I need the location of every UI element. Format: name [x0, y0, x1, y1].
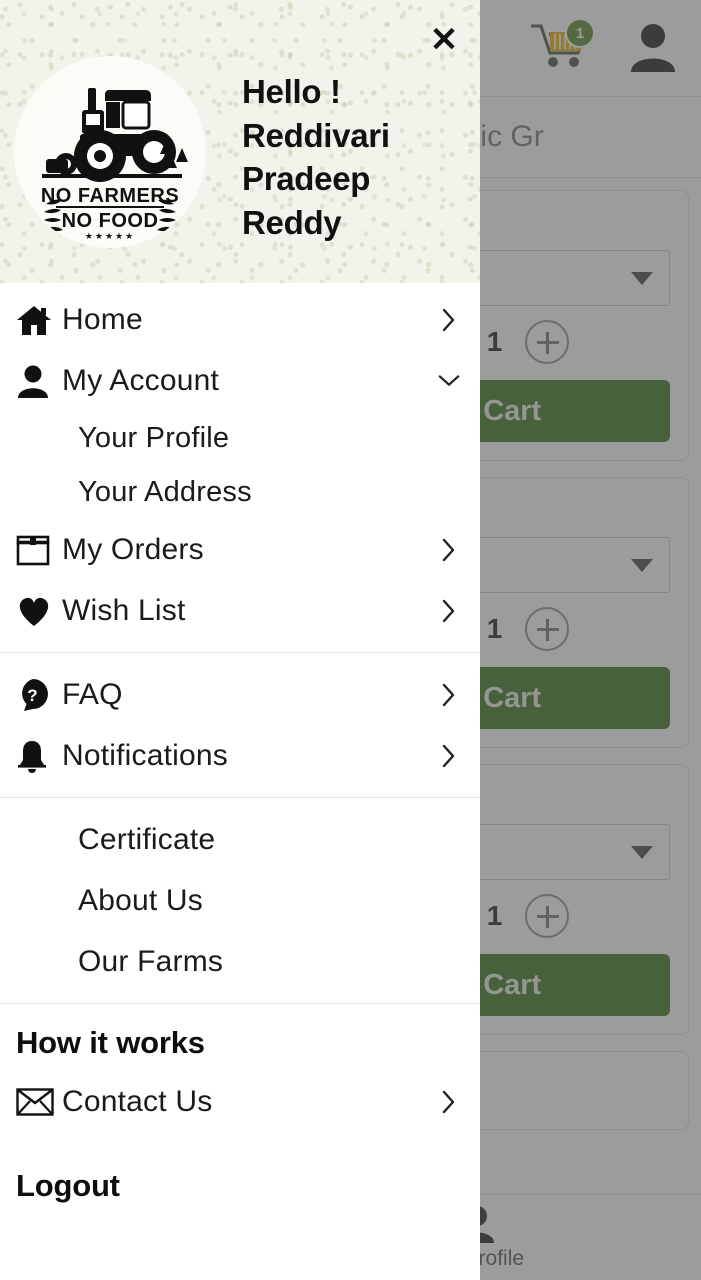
bell-icon: [16, 739, 62, 773]
divider: [0, 652, 480, 653]
menu-item-label: Certificate: [78, 822, 216, 856]
app-root: 1 bles Organic Gr ange rams 1: [0, 0, 701, 1280]
chevron-right-icon: [438, 744, 460, 768]
menu-item-label: FAQ: [62, 677, 123, 711]
close-icon[interactable]: ✕: [424, 20, 464, 60]
home-icon: [16, 304, 62, 336]
brand-logo: NO FARMERS NO FOOD ★★★★★: [14, 56, 206, 248]
menu-item-my-account[interactable]: My Account: [0, 350, 480, 411]
menu-item-wish-list[interactable]: Wish List: [0, 580, 480, 641]
menu-item-label: Your Address: [78, 475, 252, 508]
menu-item-faq[interactable]: ? FAQ: [0, 664, 480, 725]
chevron-right-icon: [438, 308, 460, 332]
svg-text:?: ?: [27, 686, 37, 705]
chevron-right-icon: [438, 599, 460, 623]
box-icon: [16, 534, 62, 566]
envelope-icon: [16, 1087, 62, 1116]
chevron-right-icon: [438, 538, 460, 562]
logo-stars: ★★★★★: [85, 231, 135, 240]
menu-item-notifications[interactable]: Notifications: [0, 725, 480, 786]
drawer-header: ✕ NO FARMERS NO FOOD ★★★★★ Hello ! Reddi…: [0, 0, 480, 283]
no-farmers-no-food-logo-icon: NO FARMERS NO FOOD ★★★★★: [41, 88, 188, 240]
logout-button[interactable]: Logout: [0, 1158, 480, 1214]
menu-item-about-us[interactable]: About Us: [0, 870, 480, 931]
chevron-right-icon: [438, 683, 460, 707]
menu-item-your-address[interactable]: Your Address: [0, 465, 480, 519]
logo-line-2: NO FOOD: [62, 210, 159, 232]
heart-icon: [16, 595, 62, 627]
menu-item-label: Our Farms: [78, 944, 224, 978]
menu-item-label: Contact Us: [62, 1084, 213, 1118]
logo-line-1: NO FARMERS: [41, 185, 179, 207]
menu-item-your-profile[interactable]: Your Profile: [0, 411, 480, 465]
chevron-down-icon: [438, 374, 460, 388]
drawer-menu: Home My Account Your Profile Your Addres…: [0, 283, 480, 1214]
menu-item-label: About Us: [78, 883, 203, 917]
menu-item-label: Notifications: [62, 738, 229, 772]
divider: [0, 1003, 480, 1004]
menu-item-label: Your Profile: [78, 421, 230, 454]
person-icon: [16, 364, 62, 398]
menu-item-label: Wish List: [62, 593, 186, 627]
menu-item-label: Home: [62, 302, 143, 336]
menu-item-our-farms[interactable]: Our Farms: [0, 931, 480, 992]
how-it-works-heading[interactable]: How it works: [0, 1015, 480, 1071]
menu-item-label: My Account: [62, 363, 220, 397]
chevron-right-icon: [438, 1090, 460, 1114]
menu-item-contact-us[interactable]: Contact Us: [0, 1071, 480, 1132]
menu-item-home[interactable]: Home: [0, 289, 480, 350]
menu-item-my-orders[interactable]: My Orders: [0, 519, 480, 580]
menu-item-certificate[interactable]: Certificate: [0, 809, 480, 870]
divider: [0, 797, 480, 798]
menu-item-label: My Orders: [62, 532, 204, 566]
greeting-text: Hello ! Reddivari Pradeep Reddy: [242, 73, 390, 241]
navigation-drawer: ✕ NO FARMERS NO FOOD ★★★★★ Hello ! Reddi…: [0, 0, 480, 1280]
question-icon: ?: [16, 678, 62, 712]
